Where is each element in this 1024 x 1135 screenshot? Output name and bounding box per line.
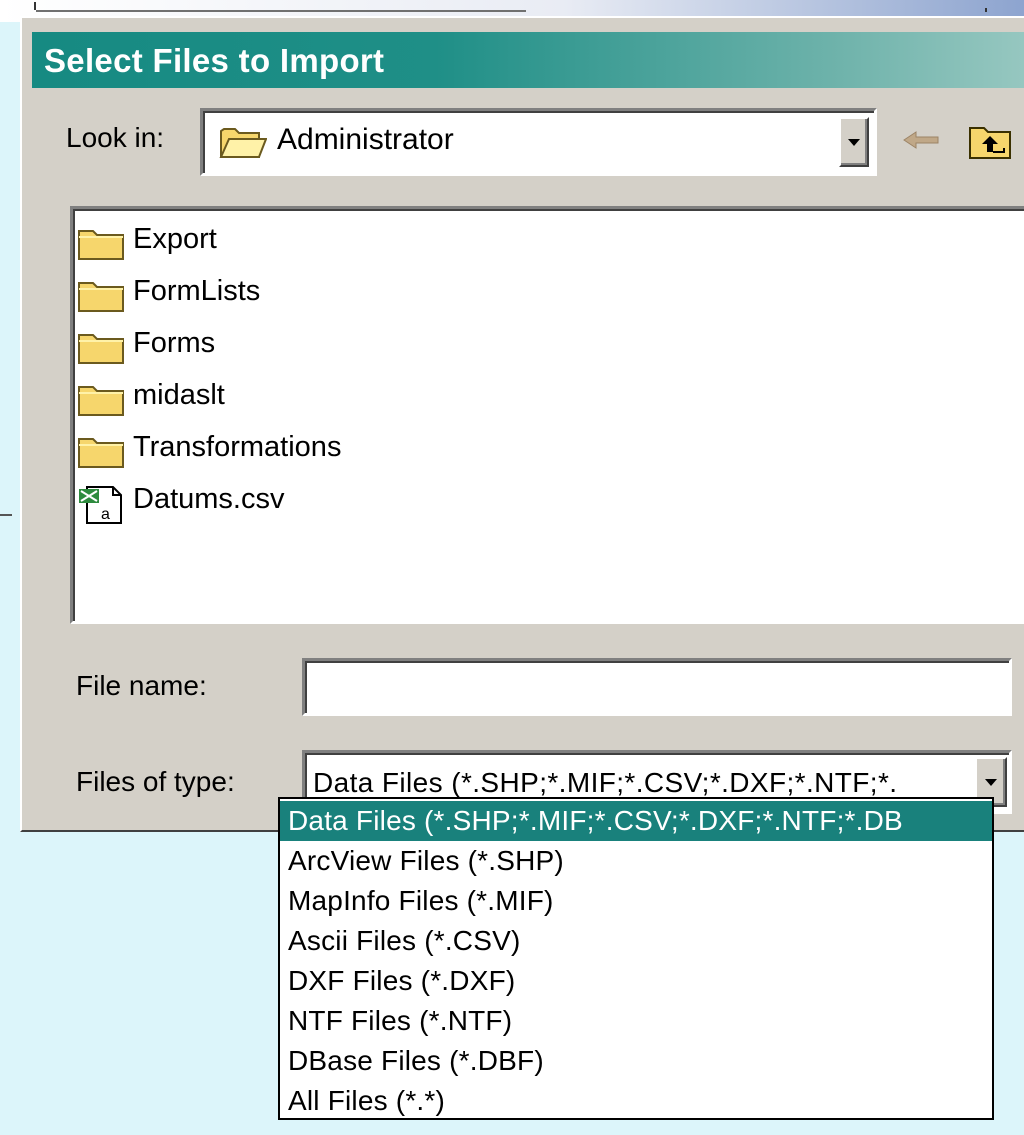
desktop-tick — [34, 2, 36, 10]
file-name-input[interactable] — [302, 658, 1012, 716]
look-in-dropdown-button[interactable] — [839, 117, 869, 167]
files-of-type-value: Data Files (*.SHP;*.MIF;*.CSV;*.DXF;*.NT… — [313, 767, 898, 798]
dropdown-option[interactable]: ArcView Files (*.SHP) — [280, 841, 992, 881]
desktop-line — [36, 10, 526, 12]
file-name-label: File name: — [76, 670, 207, 701]
open-folder-icon — [219, 123, 268, 166]
file-name: Export — [133, 223, 217, 255]
file-name: Transformations — [133, 431, 342, 463]
dropdown-option[interactable]: NTF Files (*.NTF) — [280, 1001, 992, 1041]
file-name: Forms — [133, 327, 216, 359]
dropdown-option[interactable]: Data Files (*.SHP;*.MIF;*.CSV;*.DXF;*.NT… — [280, 801, 992, 841]
files-of-type-label: Files of type: — [76, 766, 235, 797]
folder-icon — [77, 433, 125, 474]
csv-file-icon: a — [77, 485, 125, 530]
look-in-value: Administrator — [277, 123, 454, 156]
back-arrow-icon[interactable] — [902, 130, 940, 155]
desktop-tick — [985, 8, 987, 12]
title-bar[interactable]: Select Files to Import — [32, 32, 1024, 88]
up-one-level-icon[interactable] — [968, 122, 1012, 165]
dropdown-option[interactable]: All Files (*.*) — [280, 1081, 992, 1121]
desktop-mark — [0, 514, 12, 516]
dropdown-option[interactable]: DBase Files (*.DBF) — [280, 1041, 992, 1081]
folder-icon — [77, 277, 125, 318]
file-list-view[interactable]: Export FormLists Forms midaslt Transform… — [70, 206, 1024, 624]
dropdown-option[interactable]: DXF Files (*.DXF) — [280, 961, 992, 1001]
file-name: Datums.csv — [133, 483, 285, 515]
file-name: midaslt — [133, 379, 225, 411]
svg-text:a: a — [101, 506, 110, 523]
chevron-down-icon — [848, 139, 860, 146]
folder-icon — [77, 225, 125, 266]
file-name: FormLists — [133, 275, 261, 307]
look-in-label: Look in: — [66, 122, 165, 153]
files-of-type-dropdown-list[interactable]: Data Files (*.SHP;*.MIF;*.CSV;*.DXF;*.NT… — [278, 797, 994, 1120]
chevron-down-icon — [985, 779, 997, 786]
look-in-combobox[interactable]: Administrator — [200, 108, 877, 176]
dialog-title: Select Files to Import — [44, 42, 385, 79]
dropdown-option[interactable]: Ascii Files (*.CSV) — [280, 921, 992, 961]
folder-icon — [77, 381, 125, 422]
folder-icon — [77, 329, 125, 370]
dropdown-option[interactable]: MapInfo Files (*.MIF) — [280, 881, 992, 921]
select-files-dialog: Select Files to Import Look in: Administ… — [20, 16, 1024, 832]
